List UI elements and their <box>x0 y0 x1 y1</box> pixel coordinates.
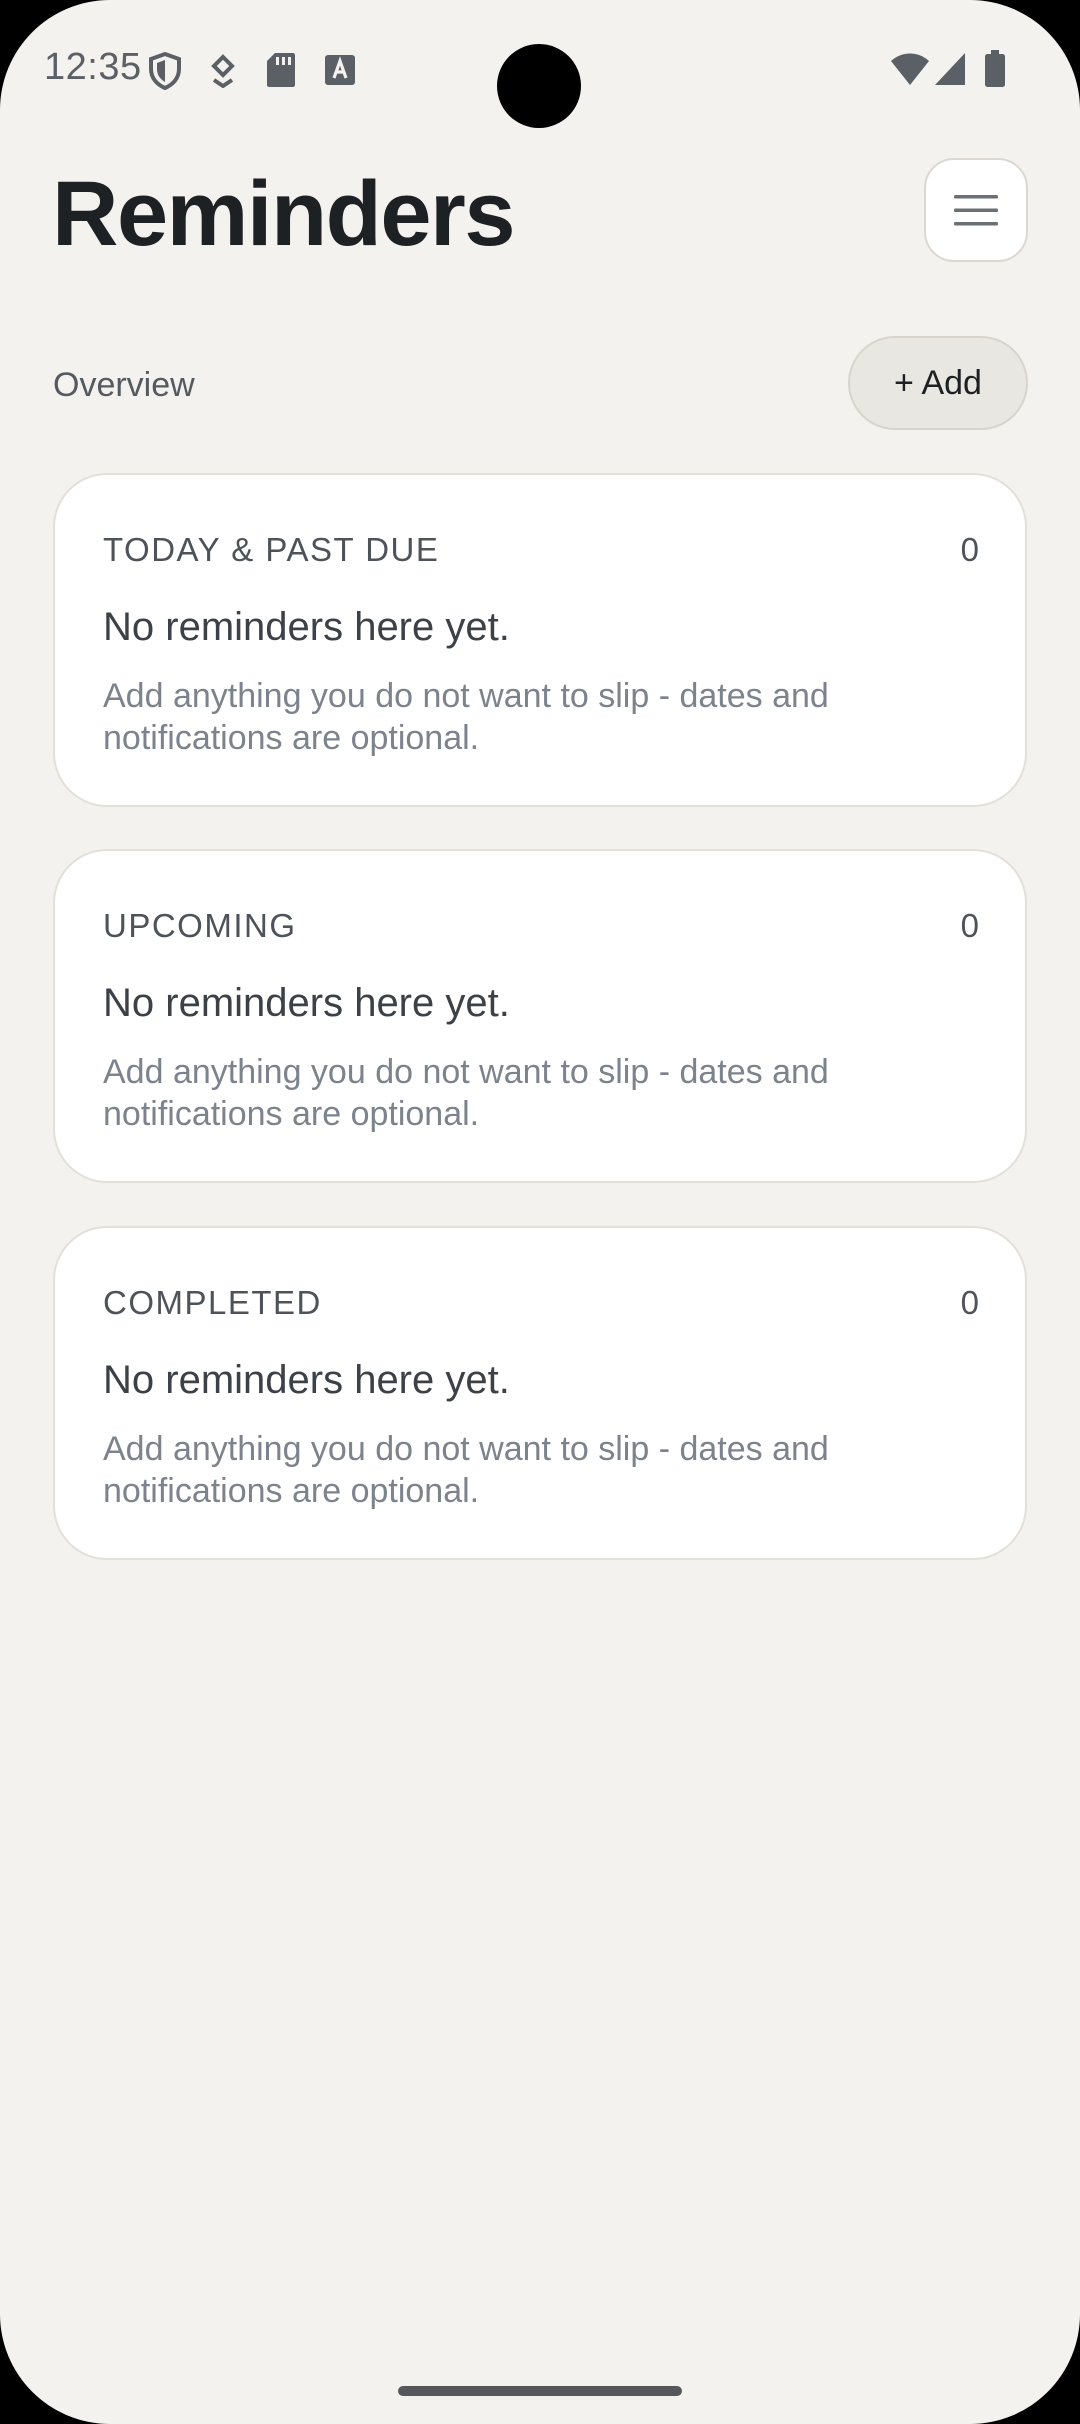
section-count: 0 <box>960 531 979 568</box>
app-screen: 12:35 Reminders Overview + Add TODAY & P… <box>0 0 1080 2424</box>
cell-signal-icon <box>935 53 965 85</box>
empty-state-hint: Add anything you do not want to slip - d… <box>103 1053 829 1133</box>
sd-card-icon <box>267 53 295 87</box>
wifi-icon <box>891 53 929 85</box>
empty-state-text: No reminders here yet. <box>103 605 510 649</box>
section-count: 0 <box>960 1284 979 1321</box>
download-icon <box>211 54 235 88</box>
section-title: TODAY & PAST DUE <box>103 531 440 568</box>
overview-label: Overview <box>53 366 195 404</box>
empty-state-hint: Add anything you do not want to slip - d… <box>103 1430 829 1510</box>
section-title: COMPLETED <box>103 1284 322 1321</box>
add-reminder-button[interactable]: + Add <box>848 336 1028 430</box>
section-card-completed: COMPLETED 0 No reminders here yet. Add a… <box>53 1226 1027 1560</box>
empty-state-text: No reminders here yet. <box>103 1358 510 1402</box>
empty-state-hint: Add anything you do not want to slip - d… <box>103 677 829 757</box>
hamburger-menu-icon <box>954 195 998 226</box>
camera-cutout <box>497 44 581 128</box>
empty-state-text: No reminders here yet. <box>103 981 510 1025</box>
status-time: 12:35 <box>44 46 142 88</box>
shield-icon <box>149 52 181 90</box>
section-title: UPCOMING <box>103 907 297 944</box>
section-card-today-past-due: TODAY & PAST DUE 0 No reminders here yet… <box>53 473 1027 807</box>
section-card-upcoming: UPCOMING 0 No reminders here yet. Add an… <box>53 849 1027 1183</box>
menu-button[interactable] <box>924 158 1028 262</box>
section-count: 0 <box>960 907 979 944</box>
status-bar: 12:35 <box>0 0 1080 140</box>
font-a-icon <box>325 55 355 85</box>
home-indicator[interactable] <box>398 2386 682 2396</box>
page-title: Reminders <box>52 163 516 265</box>
battery-icon <box>985 50 1005 87</box>
